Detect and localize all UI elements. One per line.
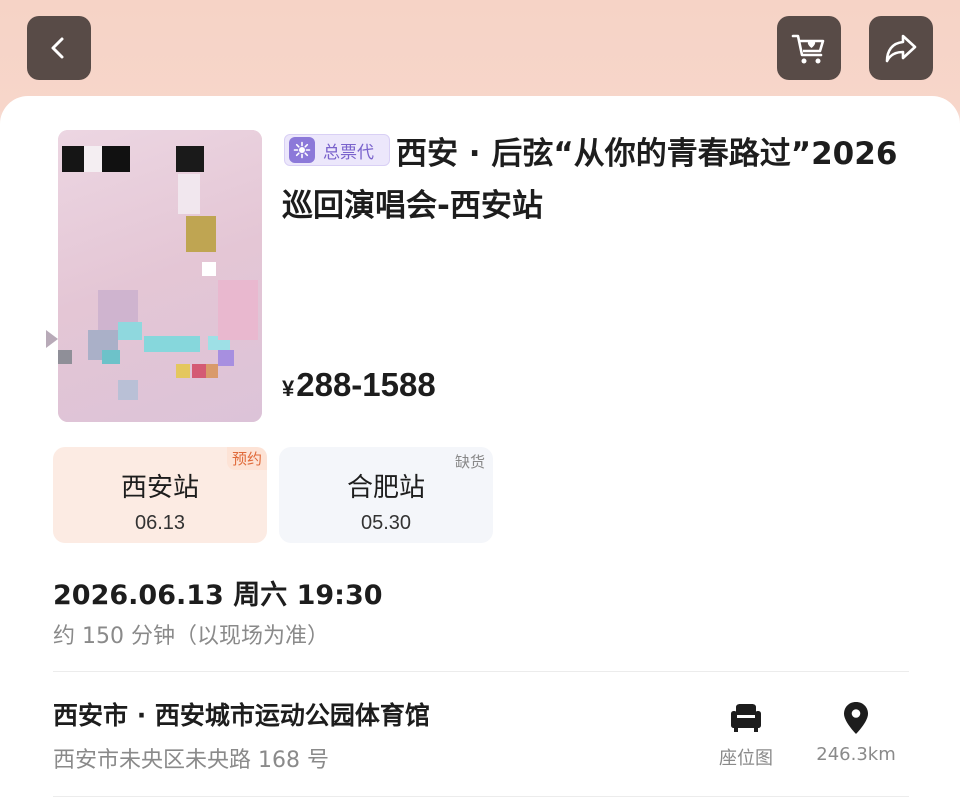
seat-map-label: 座位图 xyxy=(719,748,773,769)
session-city: 西安站 xyxy=(120,473,199,503)
venue-name[interactable]: 西安市 · 西安城市运动公园体育馆 xyxy=(53,696,430,732)
flower-icon xyxy=(289,137,315,163)
cart-heart-icon xyxy=(791,34,825,64)
event-duration: 约 150 分钟（以现场为准） xyxy=(53,624,329,649)
event-poster[interactable] xyxy=(58,130,262,422)
session-city: 合肥站 xyxy=(346,473,425,503)
price-range: ¥288-1588 xyxy=(282,366,436,404)
currency-symbol: ¥ xyxy=(282,376,295,401)
cart-button[interactable] xyxy=(777,16,841,80)
session-option-hefei[interactable]: 缺货 合肥站 05.30 xyxy=(279,447,493,543)
share-arrow-icon xyxy=(885,34,917,63)
divider xyxy=(53,671,909,672)
session-tag: 预约 xyxy=(226,447,267,470)
session-tag: 缺货 xyxy=(454,453,485,471)
event-datetime: 2026.06.13 周六 19:30 xyxy=(53,580,383,611)
session-date: 05.30 xyxy=(360,512,412,534)
session-date: 06.13 xyxy=(134,512,186,534)
back-button[interactable] xyxy=(27,16,91,80)
venue-address[interactable]: 西安市未央区未央路 168 号 xyxy=(53,742,329,774)
divider xyxy=(53,796,909,797)
chevron-left-icon xyxy=(51,37,64,59)
location-button[interactable]: 246.3km xyxy=(806,700,906,765)
session-option-xian[interactable]: 预约 西安站 06.13 xyxy=(53,447,267,543)
badge-label: 总票代 xyxy=(323,142,374,163)
seat-map-button[interactable]: 座位图 xyxy=(696,700,796,770)
share-button[interactable] xyxy=(869,16,933,80)
location-pin-icon xyxy=(844,702,868,734)
distance-label: 246.3km xyxy=(816,744,896,765)
poster-pointer xyxy=(46,330,58,348)
price-value: 288-1588 xyxy=(296,366,436,403)
agency-badge: 总票代 xyxy=(284,134,390,166)
armchair-icon xyxy=(731,704,761,732)
